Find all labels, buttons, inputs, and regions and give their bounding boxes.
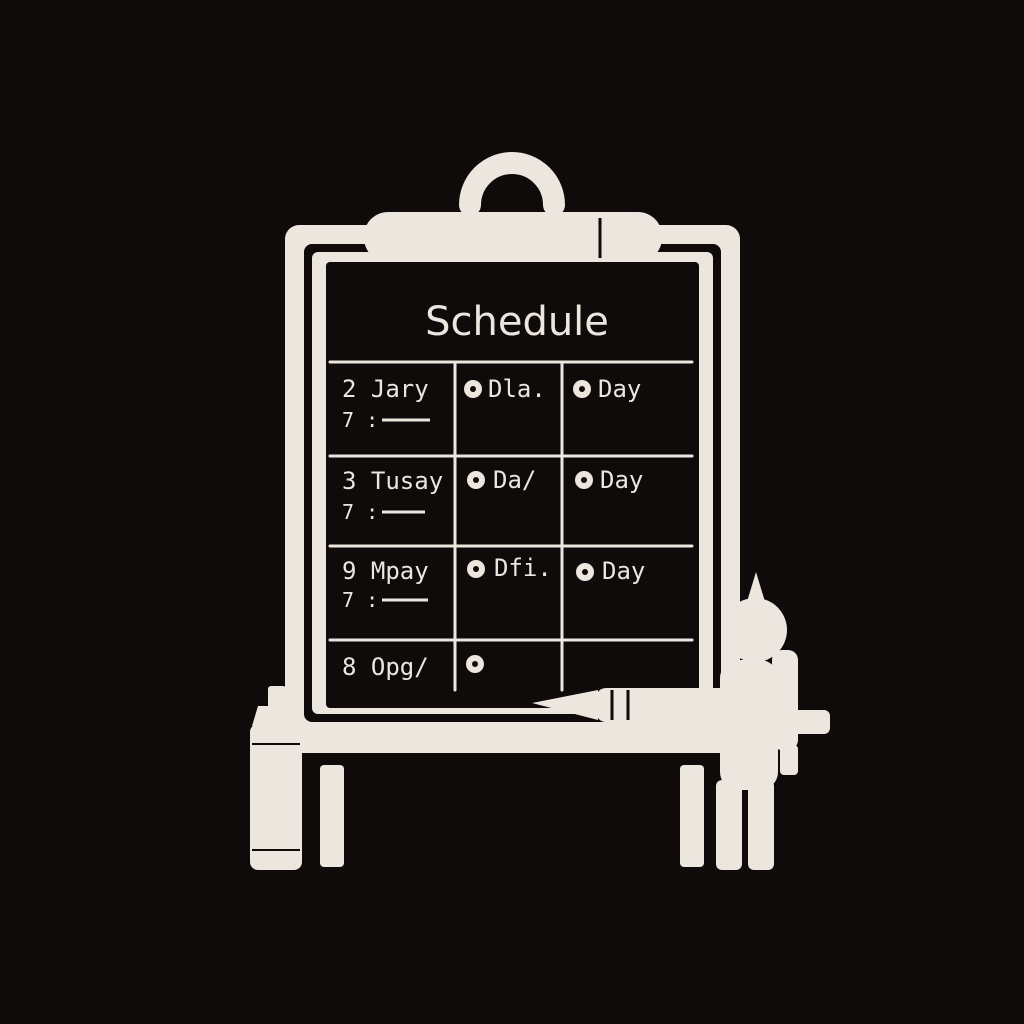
- row-2-cell-1: Da/: [493, 466, 536, 494]
- row-4-label: 8 Opg/: [342, 653, 429, 681]
- row-1-sub: 7 :: [342, 408, 378, 432]
- bullet-circle-icon-center: [582, 569, 588, 575]
- person-figure-icon: [716, 572, 798, 870]
- bullet-circle-icon-center: [473, 566, 479, 572]
- bullet-circle-icon-center: [581, 477, 587, 483]
- board-title: Schedule: [425, 299, 609, 345]
- clipboard-clip-icon: [364, 152, 662, 262]
- row-2-sub: 7 :: [342, 500, 378, 524]
- row-1-label: 2 Jary: [342, 375, 429, 403]
- row-3-cell-1: Dfi.: [494, 554, 552, 582]
- row-2-label: 3 Tusay: [342, 467, 443, 495]
- row-3-sub: 7 :: [342, 588, 378, 612]
- spray-bottle-icon: [250, 686, 302, 870]
- row-1-cell-2: Day: [598, 375, 641, 403]
- bullet-circle-icon-center: [470, 386, 476, 392]
- bullet-circle-icon-center: [473, 477, 479, 483]
- easel-leg-left: [320, 765, 344, 867]
- row-3-label: 9 Mpay: [342, 557, 429, 585]
- bullet-circle-icon-center: [579, 386, 585, 392]
- row-3-cell-2: Day: [602, 557, 645, 585]
- bullet-circle-icon-center: [472, 661, 478, 667]
- easel-leg-right: [680, 765, 704, 867]
- row-1-cell-1: Dla.: [488, 375, 546, 403]
- row-2-cell-2: Day: [600, 466, 643, 494]
- illustration: Schedule 2 Jary 7 : Dla. Day 3 Tusay 7 :…: [250, 152, 830, 870]
